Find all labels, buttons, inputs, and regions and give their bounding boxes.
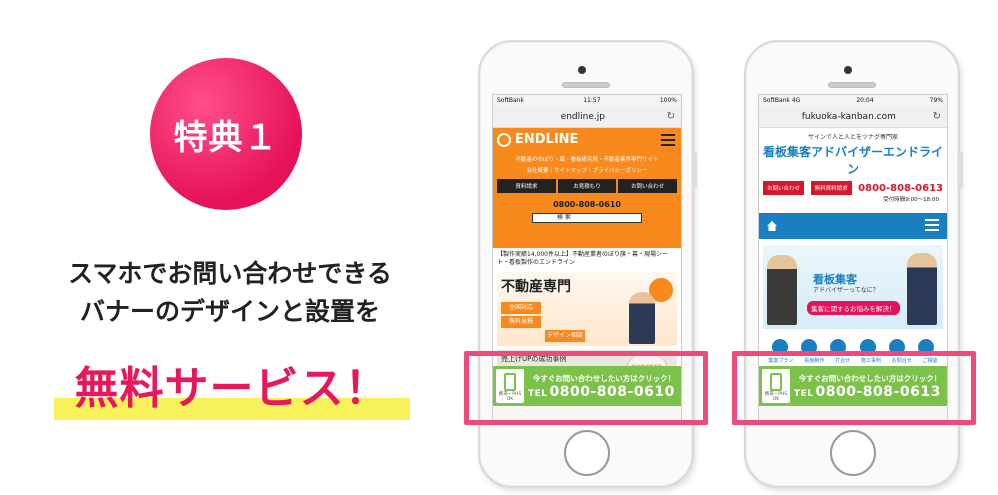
- hamburger-menu-icon[interactable]: [925, 218, 939, 234]
- contact-button[interactable]: お問い合わせ: [763, 181, 805, 195]
- reload-icon[interactable]: ↻: [667, 111, 675, 122]
- battery: 100%: [659, 97, 677, 104]
- url-text: endline.jp: [560, 111, 605, 122]
- logo-text: ENDLINE: [515, 132, 579, 147]
- woman-photo: [767, 255, 797, 325]
- home-button[interactable]: [564, 430, 610, 476]
- earpiece-speaker: [828, 82, 876, 88]
- status-bar: SoftBank 11:57 100%: [493, 95, 681, 106]
- business-hours: 受付時間9:00～18:00: [883, 197, 939, 203]
- fukuoka-header: サインで人と人とをツナグ専門家 看板集客アドバイザーエンドライン お問い合わせ …: [759, 128, 947, 207]
- hamburger-menu-icon[interactable]: [661, 134, 675, 149]
- header-tel[interactable]: 0800-808-0613: [858, 183, 943, 194]
- badge-label: 特典１: [173, 117, 279, 158]
- earpiece-speaker: [562, 82, 610, 88]
- pill-design: デザイン相談OK: [545, 330, 585, 351]
- nav-bar: [759, 213, 947, 239]
- hero-banner[interactable]: 不動産専門 全国対応 無料見積 デザイン相談OK: [497, 272, 677, 351]
- promo-line-1: スマホでお問い合わせできる: [68, 259, 392, 288]
- highlight-frame: [464, 351, 708, 425]
- clock: 20:04: [856, 97, 874, 104]
- search-box[interactable]: 検 索: [532, 213, 642, 223]
- battery: 79%: [929, 97, 943, 104]
- pill-free-estimate: 無料見積: [501, 316, 541, 328]
- banner-subtitle: アドバイザーってなに？: [813, 287, 879, 294]
- endline-header: ENDLINE 不動産ののぼり・幕・看板研究所・不動産業界専門サイト 会社概要｜…: [493, 128, 681, 248]
- highlight-frame: [732, 351, 976, 425]
- request-docs-button[interactable]: 資料請求: [497, 179, 556, 193]
- header-buttons: 資料請求 お見積もり お問い合わせ: [497, 179, 678, 193]
- site-subtitle: 不動産ののぼり・幕・看板研究所・不動産業界専門サイト: [515, 157, 659, 163]
- free-service-heading: 無料サービス！: [54, 352, 410, 426]
- front-camera: [578, 66, 586, 74]
- endline-logo[interactable]: ENDLINE: [497, 132, 677, 147]
- header-links[interactable]: 会社概要｜サイトマップ｜プライバシーポリシー: [497, 166, 677, 174]
- tokuten-badge: 特典１: [150, 58, 302, 210]
- carrier: SoftBank: [497, 97, 524, 104]
- home-button[interactable]: [830, 430, 876, 476]
- pill-nationwide: 全国対応: [501, 302, 541, 314]
- clock: 11:57: [583, 97, 601, 104]
- address-bar[interactable]: fukuoka-kanban.com ↻: [759, 106, 947, 128]
- hero-title: 不動産専門: [501, 279, 571, 295]
- intro-text: 【製作実績14,000件以上】不動産業者のぼり旗・幕・現場シート・看板製作のエン…: [497, 251, 668, 266]
- site-title[interactable]: 看板集客アドバイザーエンドライン: [763, 143, 943, 177]
- home-icon[interactable]: [767, 221, 777, 231]
- contact-button[interactable]: お問い合わせ: [618, 179, 678, 193]
- promo-line-2: バナーのデザインと設置を: [79, 297, 380, 326]
- side-button: [693, 152, 697, 188]
- side-button: [959, 152, 963, 188]
- tagline: サインで人と人とをツナグ専門家: [807, 134, 898, 141]
- staff-photo: [629, 292, 655, 344]
- reload-icon[interactable]: ↻: [933, 111, 941, 122]
- free-service-text: 無料サービス！: [74, 363, 390, 414]
- url-text: fukuoka-kanban.com: [801, 111, 896, 122]
- address-bar[interactable]: endline.jp ↻: [493, 106, 681, 128]
- man-photo: [907, 253, 937, 325]
- front-camera: [844, 66, 852, 74]
- free-docs-button[interactable]: 無料資料請求: [810, 181, 852, 195]
- carrier: SoftBank 4G: [763, 97, 801, 104]
- header-tel[interactable]: 0800-808-0610: [497, 200, 677, 209]
- hero-banner[interactable]: 看板集客 アドバイザーってなに？ 集客に関するお悩みを解決！: [763, 245, 943, 329]
- logo-mark-icon: [497, 132, 511, 147]
- status-bar: SoftBank 4G 20:04 79%: [759, 95, 947, 106]
- estimate-button[interactable]: お見積もり: [557, 179, 617, 193]
- banner-tagline: 集客に関するお悩みを解決！: [807, 301, 900, 315]
- header-actions: お問い合わせ 無料資料請求 0800-808-0613: [763, 181, 943, 195]
